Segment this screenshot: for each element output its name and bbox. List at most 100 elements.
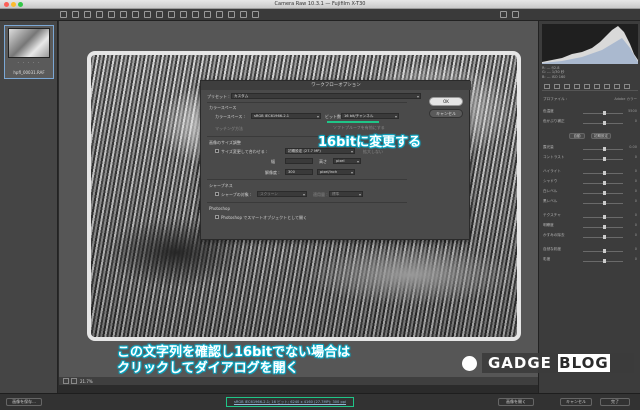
sharpen-checkbox[interactable] xyxy=(215,192,219,196)
cancel-button[interactable]: キャンセル xyxy=(429,109,463,118)
histogram-graph xyxy=(542,26,638,64)
preview-toggle-icon[interactable] xyxy=(500,11,507,18)
rating-stars[interactable]: · · · · · xyxy=(8,60,50,66)
resize-checkbox[interactable] xyxy=(215,149,219,153)
tab-presets[interactable] xyxy=(624,84,630,89)
panel-row[interactable]: かすみの除去 0 xyxy=(543,233,637,241)
tab-basic[interactable] xyxy=(544,84,550,89)
sharpen-target-select[interactable]: スクリーン xyxy=(257,191,307,197)
panel-row[interactable]: 色温度 5500 xyxy=(543,109,637,117)
tool-bar xyxy=(0,9,640,21)
colorspace-select[interactable]: sRGB IEC61966-2.1 xyxy=(251,113,321,119)
amount-label: 適用量 : xyxy=(313,192,328,197)
default-button[interactable]: 初期設定 xyxy=(591,133,611,139)
tab-detail[interactable] xyxy=(564,84,570,89)
tab-split-toning[interactable] xyxy=(584,84,590,89)
auto-button[interactable]: 自動 xyxy=(569,133,585,139)
colorspace-label: カラースペース : xyxy=(215,114,245,119)
callout-line-2: クリックしてダイアログを開く xyxy=(117,361,299,376)
callout-line-1: この文字列を確認し16bitでない場合は xyxy=(117,345,351,360)
zoom-level[interactable]: 21.7% xyxy=(80,379,93,384)
title-bar: Camera Raw 10.3.1 — Fujifilm X-T30 xyxy=(0,0,640,9)
tab-lens[interactable] xyxy=(594,84,600,89)
smart-object-label[interactable]: Photoshop でスマートオブジェクトとして開く xyxy=(221,215,307,221)
zoom-bar: 21.7% xyxy=(59,377,538,385)
smart-object-checkbox[interactable] xyxy=(215,215,219,219)
crop-tool-icon[interactable] xyxy=(120,11,127,18)
color-sampler-tool-icon[interactable] xyxy=(96,11,103,18)
zoom-in-button[interactable] xyxy=(71,378,77,384)
sharpen-checkbox-label[interactable]: シャープの対象 : xyxy=(221,192,251,198)
rotate-right-icon[interactable] xyxy=(240,11,247,18)
resolution-label: 解像度 : xyxy=(265,170,280,175)
amount-select[interactable]: 標準 xyxy=(329,191,363,197)
hand-tool-icon[interactable] xyxy=(72,11,79,18)
histogram xyxy=(542,24,638,64)
transform-tool-icon[interactable] xyxy=(144,11,151,18)
logo-circle-icon xyxy=(462,356,477,371)
logo-text-sub: BLOG xyxy=(558,354,610,372)
panel-row[interactable]: 自然な彩度 0 xyxy=(543,247,637,255)
panel-row[interactable]: 黒レベル 0 xyxy=(543,199,637,207)
spot-removal-tool-icon[interactable] xyxy=(156,11,163,18)
radial-filter-icon[interactable] xyxy=(204,11,211,18)
tab-tone-curve[interactable] xyxy=(554,84,560,89)
cancel-bottom-button[interactable]: キャンセル xyxy=(560,398,592,406)
rotate-left-icon[interactable] xyxy=(228,11,235,18)
filmstrip-thumbnail[interactable]: · · · · · hpfl_00031.RAF xyxy=(4,25,54,79)
resolution-field[interactable]: 300 xyxy=(285,169,313,175)
panel-row[interactable]: 明瞭度 0 xyxy=(543,223,637,231)
fullscreen-icon[interactable] xyxy=(512,11,519,18)
panel-row[interactable]: プロファイル : Adobe カラー xyxy=(543,97,637,105)
adjustment-brush-icon[interactable] xyxy=(180,11,187,18)
camera-info: R: --- f/2.8 G: --- 1/30 秒 B: --- ISO 16… xyxy=(542,66,638,80)
workflow-options-dialog: ワークフローオプション プリセット : カスタム OK キャンセル カラースペー… xyxy=(200,80,471,240)
tab-effects[interactable] xyxy=(604,84,610,89)
width-unit-select[interactable]: pixel xyxy=(333,158,361,164)
callout-check-string: この文字列を確認し16bitでない場合は クリックしてダイアログを開く xyxy=(117,345,350,377)
red-eye-tool-icon[interactable] xyxy=(168,11,175,18)
resize-checkbox-label[interactable]: サイズ変更して合わせる : xyxy=(221,149,267,155)
thumbnail-filename: hpfl_00031.RAF xyxy=(13,70,45,75)
resize-section-title: 画像のサイズ調整 xyxy=(209,140,241,145)
logo-text-main: GADGE xyxy=(488,354,552,372)
save-image-button[interactable]: 画像を保存... xyxy=(6,398,42,406)
tab-hsl[interactable] xyxy=(574,84,580,89)
targeted-adjustment-tool-icon[interactable] xyxy=(108,11,115,18)
resolution-unit-select[interactable]: pixel/inch xyxy=(317,169,355,175)
gadge-blog-logo: GADGE BLOG xyxy=(458,352,634,374)
open-image-button[interactable]: 画像を開く xyxy=(498,398,534,406)
panel-row[interactable]: シャドウ 0 xyxy=(543,179,637,187)
preferences-icon[interactable] xyxy=(216,11,223,18)
height-label: 高さ xyxy=(319,159,327,164)
panel-row[interactable]: 露光量 0.00 xyxy=(543,145,637,153)
adjustment-panel: R: --- f/2.8 G: --- 1/30 秒 B: --- ISO 16… xyxy=(538,21,640,393)
zoom-tool-icon[interactable] xyxy=(60,11,67,18)
trash-icon[interactable] xyxy=(252,11,259,18)
panel-row[interactable]: ハイライト 0 xyxy=(543,169,637,177)
preset-label: プリセット : xyxy=(207,94,230,99)
panel-row[interactable]: コントラスト 0 xyxy=(543,155,637,163)
thumbnail-image[interactable] xyxy=(8,28,50,58)
workflow-options-link[interactable]: sRGB IEC61966-2.1; 16 ビット; 6240 x 4160 (… xyxy=(226,397,354,407)
width-label: 幅 xyxy=(271,159,275,164)
graduated-filter-icon[interactable] xyxy=(192,11,199,18)
tab-calibration[interactable] xyxy=(614,84,620,89)
panel-row[interactable]: 白レベル 0 xyxy=(543,189,637,197)
bitdepth-select[interactable]: 16 bit/チャンネル xyxy=(341,113,399,119)
white-balance-tool-icon[interactable] xyxy=(84,11,91,18)
panel-row[interactable]: テクスチャ 0 xyxy=(543,213,637,221)
panel-row[interactable]: 彩度 0 xyxy=(543,257,637,265)
preset-select[interactable]: カスタム xyxy=(231,93,421,99)
done-button[interactable]: 完了 xyxy=(600,398,630,406)
bitdepth-highlight-line xyxy=(327,121,379,123)
panel-row[interactable]: 色かぶり補正 0 xyxy=(543,119,637,127)
callout-change-16bit: 16bitに変更する xyxy=(318,135,422,150)
width-field[interactable] xyxy=(285,158,313,164)
bottom-bar: 画像を保存... sRGB IEC61966-2.1; 16 ビット; 6240… xyxy=(0,393,640,410)
straighten-tool-icon[interactable] xyxy=(132,11,139,18)
ok-button[interactable]: OK xyxy=(429,97,463,106)
sharpen-section-title: シャープネス xyxy=(209,183,233,188)
zoom-out-button[interactable] xyxy=(63,378,69,384)
intent-label: マッチング方法 xyxy=(215,126,243,131)
